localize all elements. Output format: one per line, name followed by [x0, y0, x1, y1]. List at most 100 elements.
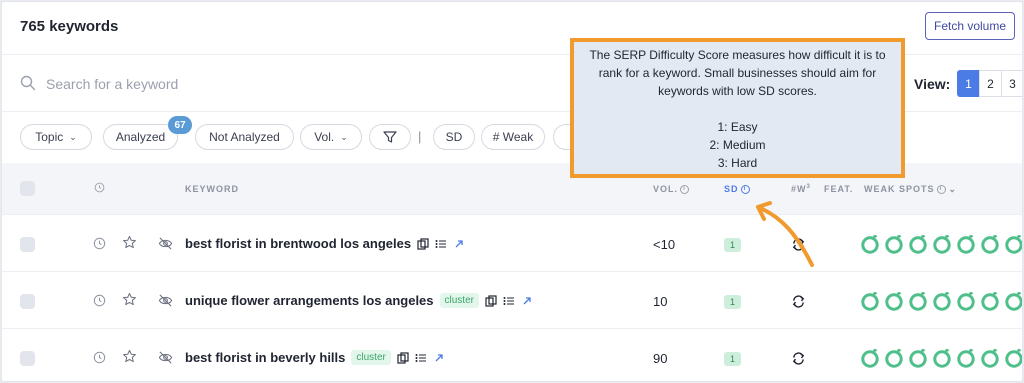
column-volume-label: VOL.: [653, 184, 679, 194]
not-analyzed-filter-label: Not Analyzed: [209, 130, 280, 144]
list-icon[interactable]: [415, 352, 427, 364]
sd-filter-label: SD: [445, 130, 463, 144]
weak-spot-icon: [884, 233, 904, 255]
table-row[interactable]: unique flower arrangements los angeles cl…: [2, 271, 1022, 328]
star-icon[interactable]: [122, 235, 137, 250]
page-title: 765 keywords: [20, 18, 119, 35]
refresh-icon[interactable]: [791, 294, 806, 309]
sd-tooltip: The SERP Difficulty Score measures how d…: [570, 38, 905, 178]
weak-spot-icon: [1004, 233, 1022, 255]
weak-spot-icon: [980, 290, 1000, 312]
analyzed-filter-label: Analyzed: [115, 130, 166, 144]
column-keyword[interactable]: KEYWORD: [185, 184, 239, 194]
search-input[interactable]: [46, 74, 346, 94]
chevron-down-icon: ⌄: [340, 131, 348, 142]
weak-spot-icon: [956, 290, 976, 312]
eye-off-icon[interactable]: [158, 236, 173, 251]
eye-off-icon[interactable]: [158, 350, 173, 365]
search-icon: [20, 75, 36, 91]
clock-icon[interactable]: [93, 294, 106, 307]
fetch-volume-button[interactable]: Fetch volume: [925, 12, 1015, 40]
topic-filter[interactable]: Topic ⌄: [20, 124, 92, 150]
weak-spot-icon: [956, 347, 976, 369]
analyzed-count-badge: 67: [168, 116, 192, 134]
clock-icon: [94, 182, 105, 193]
keyword-cell: best florist in brentwood los angeles: [185, 236, 465, 251]
keyword-text[interactable]: unique flower arrangements los angeles: [185, 293, 434, 308]
column-weak-count[interactable]: #W3: [791, 184, 811, 194]
tooltip-level-hard: 3: Hard: [717, 156, 758, 170]
volume-filter-label: Vol.: [314, 130, 335, 144]
copy-icon[interactable]: [485, 294, 497, 307]
volume-cell: 90: [653, 351, 668, 366]
chevron-down-icon: ⌄: [948, 184, 958, 194]
info-icon: i: [740, 185, 750, 195]
filter-button[interactable]: [369, 124, 411, 150]
column-volume[interactable]: VOL. i: [653, 184, 690, 195]
weak-spot-icon: [860, 233, 880, 255]
clock-icon[interactable]: [93, 237, 106, 250]
keyword-cell: unique flower arrangements los angeles cl…: [185, 293, 533, 308]
cluster-tag[interactable]: cluster: [351, 350, 391, 365]
view-label: View:: [914, 76, 951, 92]
weak-spots-cell: [860, 347, 1022, 369]
weak-spot-icon: [932, 233, 952, 255]
sd-filter[interactable]: SD: [433, 124, 475, 150]
view-option-2[interactable]: 2: [979, 70, 1002, 97]
star-icon[interactable]: [122, 349, 137, 364]
external-link-icon[interactable]: [521, 295, 533, 307]
row-checkbox[interactable]: [20, 351, 35, 366]
keyword-cell: best florist in beverly hills cluster: [185, 350, 445, 365]
column-weak-spots[interactable]: WEAK SPOTS i ⌄: [864, 184, 957, 195]
view-option-3[interactable]: 3: [1001, 70, 1022, 97]
row-checkbox[interactable]: [20, 237, 35, 252]
annotation-arrow: [756, 201, 814, 267]
clock-icon[interactable]: [93, 351, 106, 364]
select-all-checkbox[interactable]: [20, 181, 35, 196]
not-analyzed-filter[interactable]: Not Analyzed: [195, 124, 294, 150]
weak-spot-icon: [932, 290, 952, 312]
external-link-icon[interactable]: [433, 352, 445, 364]
volume-cell: <10: [653, 237, 676, 252]
list-icon[interactable]: [503, 295, 515, 307]
copy-icon[interactable]: [397, 351, 409, 364]
funnel-icon: [383, 131, 397, 143]
weak-filter-label: # Weak: [492, 130, 534, 144]
weak-spot-icon: [908, 347, 928, 369]
column-features[interactable]: FEAT.: [824, 184, 853, 194]
refresh-icon[interactable]: [791, 351, 806, 366]
weak-spots-cell: [860, 233, 1022, 255]
weak-spot-icon: [956, 233, 976, 255]
list-icon[interactable]: [435, 238, 447, 250]
sd-badge: 1: [724, 238, 741, 252]
info-icon: i: [936, 185, 946, 195]
weak-filter[interactable]: # Weak: [481, 124, 545, 150]
weak-spot-icon: [884, 347, 904, 369]
star-icon[interactable]: [122, 292, 137, 307]
table-row[interactable]: best florist in brentwood los angeles <10…: [2, 214, 1022, 271]
keyword-text[interactable]: best florist in beverly hills: [185, 350, 345, 365]
sd-badge: 1: [724, 352, 741, 366]
column-weak-count-label: #W: [791, 184, 807, 194]
cluster-tag[interactable]: cluster: [439, 293, 479, 308]
weak-spot-icon: [884, 290, 904, 312]
tooltip-level-medium: 2: Medium: [709, 138, 766, 152]
analyzed-filter[interactable]: Analyzed: [103, 124, 178, 150]
eye-off-icon[interactable]: [158, 293, 173, 308]
keyword-text[interactable]: best florist in brentwood los angeles: [185, 236, 411, 251]
row-checkbox[interactable]: [20, 294, 35, 309]
table-row[interactable]: best florist in beverly hills cluster 90 1: [2, 328, 1022, 381]
external-link-icon[interactable]: [453, 238, 465, 250]
keywords-panel: 765 keywords Fetch volume View: 1 2 3 To…: [1, 1, 1023, 382]
weak-spot-icon: [860, 290, 880, 312]
view-option-1[interactable]: 1: [957, 70, 980, 97]
tooltip-text: The SERP Difficulty Score measures how d…: [589, 48, 886, 98]
column-weak-count-sup: 3: [806, 184, 811, 190]
copy-icon[interactable]: [417, 237, 429, 250]
weak-spot-icon: [932, 347, 952, 369]
volume-cell: 10: [653, 294, 668, 309]
sd-badge: 1: [724, 295, 741, 309]
column-sd[interactable]: SD i: [724, 184, 750, 195]
weak-spot-icon: [908, 233, 928, 255]
volume-filter[interactable]: Vol. ⌄: [300, 124, 362, 150]
